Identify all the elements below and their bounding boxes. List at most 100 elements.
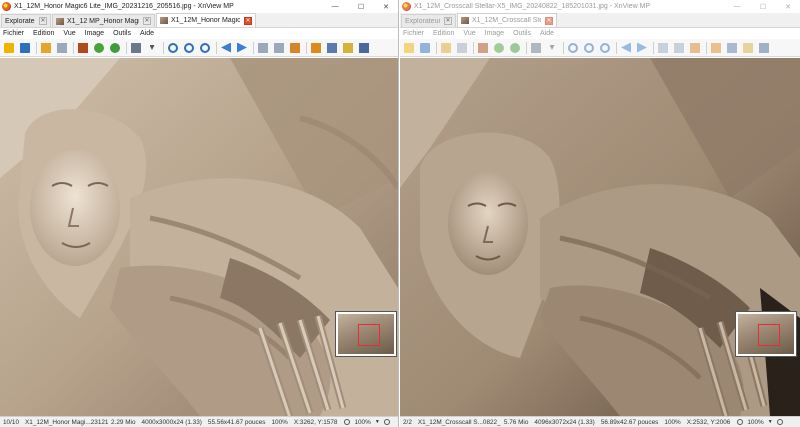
compare-icon <box>131 42 141 53</box>
zoom-out-button[interactable] <box>598 41 612 55</box>
crop-icon <box>711 42 721 53</box>
next-button[interactable] <box>235 41 249 55</box>
next-button[interactable] <box>635 41 649 55</box>
crop-button[interactable] <box>709 41 723 55</box>
titlebar[interactable]: X1_12M_Honor Magic6 Lite_IMG_20231216_20… <box>0 0 398 13</box>
minimize-button[interactable]: — <box>724 0 750 13</box>
save-icon <box>20 42 30 53</box>
browser-button[interactable] <box>2 41 16 55</box>
maximize-button[interactable]: ☐ <box>348 0 374 13</box>
tab-explorer[interactable]: Explorateur ✕ <box>401 14 456 27</box>
slideshow-button[interactable] <box>508 41 522 55</box>
slideshow-button[interactable] <box>108 41 122 55</box>
tab-close-icon[interactable]: ✕ <box>143 17 151 25</box>
last-button[interactable] <box>272 41 286 55</box>
prev-button[interactable] <box>619 41 633 55</box>
close-window-button[interactable]: ✕ <box>374 0 398 13</box>
first-button[interactable] <box>656 41 670 55</box>
open-icon <box>441 42 451 53</box>
adjust-button[interactable] <box>741 41 755 55</box>
status-position: 2/2 <box>403 418 412 426</box>
maximize-button[interactable]: ☐ <box>750 0 776 13</box>
statue-photo <box>0 58 398 416</box>
menu-aide[interactable]: Aide <box>540 30 554 37</box>
browser-button[interactable] <box>402 41 416 55</box>
image-viewer[interactable] <box>0 58 398 416</box>
last-icon <box>274 42 284 53</box>
menu-vue[interactable]: Vue <box>63 30 75 37</box>
image-viewer[interactable] <box>400 58 800 416</box>
zoom-in-button[interactable] <box>166 41 180 55</box>
tab-image-active[interactable]: X1_12M_Honor Magic6 ... ✕ <box>156 13 256 27</box>
last-button[interactable] <box>672 41 686 55</box>
zoom-out-icon[interactable] <box>776 418 785 427</box>
slideshow-icon <box>510 42 520 53</box>
zoom-out-button[interactable] <box>198 41 212 55</box>
zoom-select[interactable]: 100% ▼ <box>744 419 773 426</box>
menu-vue[interactable]: Vue <box>463 30 475 37</box>
save-button[interactable] <box>418 41 432 55</box>
compare-button[interactable] <box>529 41 543 55</box>
effects-button[interactable] <box>725 41 739 55</box>
compare-button[interactable] <box>129 41 143 55</box>
tab-explorer[interactable]: Explorateur ✕ <box>1 14 51 27</box>
menu-edition[interactable]: Edition <box>433 30 454 37</box>
menu-image[interactable]: Image <box>85 30 104 37</box>
menu-image[interactable]: Image <box>485 30 504 37</box>
tab-close-icon[interactable]: ✕ <box>545 16 553 25</box>
print-button[interactable] <box>357 41 371 55</box>
tab-close-icon[interactable]: ✕ <box>444 17 452 25</box>
navigator-thumbnail[interactable] <box>735 311 797 357</box>
menu-aide[interactable]: Aide <box>140 30 154 37</box>
zoom-fit-button[interactable] <box>582 41 596 55</box>
save-button[interactable] <box>18 41 32 55</box>
adjust-icon <box>743 42 753 53</box>
adjust-button[interactable] <box>341 41 355 55</box>
toolbar-separator <box>436 41 437 54</box>
dropdown-button[interactable] <box>145 41 159 55</box>
zoom-in-icon[interactable] <box>735 418 744 427</box>
menu-bar: Fichier Edition Vue Image Outils Aide <box>400 28 800 39</box>
refresh-button[interactable] <box>492 41 506 55</box>
status-coords: X:2532, Y:2006 <box>686 418 731 426</box>
fullscreen-button[interactable] <box>76 41 90 55</box>
zoom-in-icon[interactable] <box>342 418 351 427</box>
rotate-button[interactable] <box>288 41 302 55</box>
tab-image-active[interactable]: X1_12M_Crosscall Ste... ✕ <box>457 13 557 27</box>
zoom-fit-button[interactable] <box>182 41 196 55</box>
copy-button[interactable] <box>55 41 69 55</box>
menu-edition[interactable]: Edition <box>33 30 54 37</box>
tab-close-icon[interactable]: ✕ <box>244 16 252 25</box>
titlebar[interactable]: X1_12M_Crosscall Stellar-X5_IMG_20240822… <box>400 0 800 13</box>
open-button[interactable] <box>39 41 53 55</box>
chevron-down-icon: ▼ <box>767 419 773 425</box>
menu-outils[interactable]: Outils <box>113 30 131 37</box>
copy-button[interactable] <box>455 41 469 55</box>
minimize-button[interactable]: — <box>322 0 348 13</box>
zoom-in-button[interactable] <box>566 41 580 55</box>
close-window-button[interactable]: ✕ <box>776 0 800 13</box>
navigator-thumbnail[interactable] <box>335 311 397 357</box>
open-button[interactable] <box>439 41 453 55</box>
dropdown-button[interactable] <box>545 41 559 55</box>
zoom-select[interactable]: 100% ▼ <box>351 419 380 426</box>
toolbar <box>0 39 398 57</box>
status-print-size: 56.89x42.67 pouces <box>600 418 659 426</box>
next-icon <box>637 42 647 53</box>
navigator-viewport-frame[interactable] <box>758 324 780 346</box>
prev-button[interactable] <box>219 41 233 55</box>
fullscreen-button[interactable] <box>476 41 490 55</box>
menu-outils[interactable]: Outils <box>513 30 531 37</box>
tab-close-icon[interactable]: ✕ <box>39 17 47 25</box>
crop-button[interactable] <box>309 41 323 55</box>
menu-fichier[interactable]: Fichier <box>3 30 24 37</box>
effects-button[interactable] <box>325 41 339 55</box>
refresh-button[interactable] <box>92 41 106 55</box>
menu-fichier[interactable]: Fichier <box>403 30 424 37</box>
navigator-viewport-frame[interactable] <box>358 324 380 346</box>
tab-image[interactable]: X1_12 MP_Honor Magic6... ✕ <box>52 14 155 27</box>
print-button[interactable] <box>757 41 771 55</box>
first-button[interactable] <box>256 41 270 55</box>
rotate-button[interactable] <box>688 41 702 55</box>
zoom-out-icon[interactable] <box>383 418 392 427</box>
